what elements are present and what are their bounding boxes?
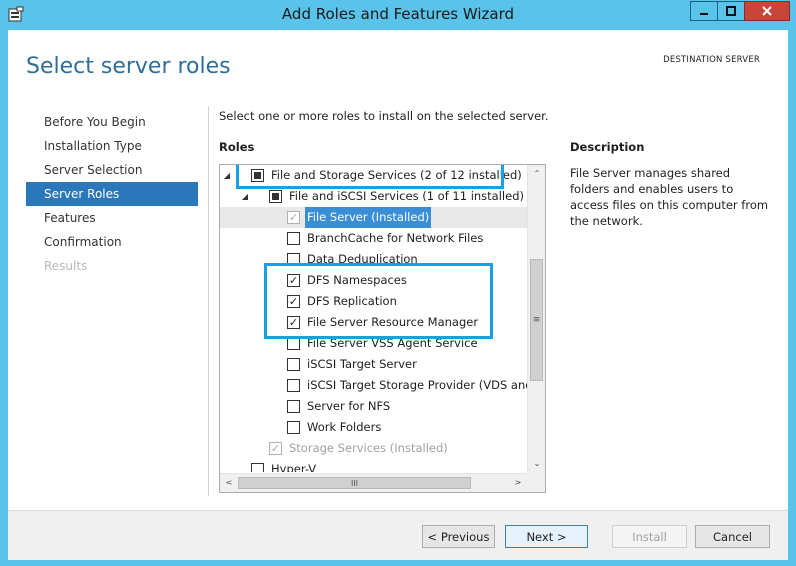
scroll-left-icon[interactable]: <	[220, 474, 238, 492]
tree-row-fsrm[interactable]: ✓ File Server Resource Manager	[220, 312, 527, 333]
checkbox[interactable]	[287, 421, 300, 434]
partial-checkbox-icon[interactable]	[269, 190, 282, 203]
tree-row-label: DFS Replication	[307, 294, 397, 308]
tree-row-work-folders[interactable]: Work Folders	[220, 417, 527, 438]
wizard-nav: Before You Begin Installation Type Serve…	[26, 110, 198, 278]
tree-row-label: File Server (Installed)	[305, 207, 432, 228]
tree-row-label: File and iSCSI Services (1 of 11 install…	[289, 189, 524, 203]
tree-row-hyper-v[interactable]: Hyper-V	[220, 459, 527, 472]
checkbox-checked-disabled: ✓	[269, 442, 282, 455]
tree-row-iscsi-target-server[interactable]: iSCSI Target Server	[220, 354, 527, 375]
window-title: Add Roles and Features Wizard	[281, 5, 515, 23]
tree-row-label: DFS Namespaces	[307, 273, 407, 287]
tree-row-file-server[interactable]: ✓ File Server (Installed)	[220, 207, 527, 228]
tree-row-label: Hyper-V	[271, 462, 317, 472]
minimize-icon	[700, 13, 708, 15]
tree-row-vss-agent[interactable]: File Server VSS Agent Service	[220, 333, 527, 354]
tree-row-server-for-nfs[interactable]: Server for NFS	[220, 396, 527, 417]
nav-item-confirmation[interactable]: Confirmation	[26, 230, 198, 254]
tree-row-label: Work Folders	[307, 420, 382, 434]
tree-row-storage-services[interactable]: ✓ Storage Services (Installed)	[220, 438, 527, 459]
horizontal-scrollbar[interactable]: < III >	[220, 473, 527, 492]
checkbox[interactable]	[287, 379, 300, 392]
checkbox[interactable]	[287, 358, 300, 371]
checkbox-checked[interactable]: ✓	[287, 274, 300, 287]
tree-row-iscsi-storage-provider[interactable]: iSCSI Target Storage Provider (VDS and V…	[220, 375, 527, 396]
tree-row-label: Server for NFS	[307, 399, 391, 413]
vertical-scrollbar[interactable]: ⌃ ≡ ⌄	[527, 165, 545, 473]
title-bar: Add Roles and Features Wizard	[0, 0, 796, 30]
tree-row-label: File and Storage Services (2 of 12 insta…	[271, 168, 522, 182]
maximize-button[interactable]	[717, 1, 745, 21]
minimize-button[interactable]	[690, 1, 718, 21]
close-button[interactable]	[744, 1, 790, 21]
description-heading: Description	[570, 140, 645, 154]
roles-tree-rows: ◢ File and Storage Services (2 of 12 ins…	[220, 165, 527, 472]
checkbox-checked[interactable]: ✓	[287, 295, 300, 308]
destination-server-label: DESTINATION SERVER	[663, 55, 760, 65]
wizard-footer: < Previous Next > Install Cancel	[8, 510, 788, 560]
maximize-icon	[726, 6, 736, 16]
checkbox-checked-disabled: ✓	[287, 211, 300, 224]
tree-row-data-deduplication[interactable]: Data Deduplication	[220, 249, 527, 270]
nav-divider	[208, 106, 209, 496]
cancel-button[interactable]: Cancel	[695, 525, 770, 548]
tree-row-label: iSCSI Target Storage Provider (VDS and V…	[307, 378, 527, 392]
checkbox[interactable]	[251, 463, 264, 472]
roles-heading: Roles	[219, 140, 255, 154]
next-button[interactable]: Next >	[505, 525, 588, 548]
tree-row-label: File Server Resource Manager	[307, 315, 479, 329]
vertical-scroll-thumb[interactable]: ≡	[530, 259, 543, 381]
tree-row-branchcache[interactable]: BranchCache for Network Files	[220, 228, 527, 249]
horizontal-scroll-thumb[interactable]: III	[238, 477, 471, 489]
page-title: Select server roles	[26, 54, 231, 79]
checkbox[interactable]	[287, 337, 300, 350]
description-text: File Server manages shared folders and e…	[570, 166, 769, 228]
nav-item-installation-type[interactable]: Installation Type	[26, 134, 198, 158]
nav-item-server-selection[interactable]: Server Selection	[26, 158, 198, 182]
collapse-icon[interactable]: ◢	[222, 165, 232, 186]
nav-item-features[interactable]: Features	[26, 206, 198, 230]
tree-row-label: Storage Services (Installed)	[289, 441, 448, 455]
nav-item-before-you-begin[interactable]: Before You Begin	[26, 110, 198, 134]
tree-row-label: Data Deduplication	[307, 252, 418, 266]
checkbox[interactable]	[287, 253, 300, 266]
nav-item-results: Results	[44, 259, 88, 273]
collapse-icon[interactable]: ◢	[240, 186, 250, 207]
tree-row-dfs-namespaces[interactable]: ✓ DFS Namespaces	[220, 270, 527, 291]
nav-item-server-roles[interactable]: Server Roles	[26, 182, 198, 206]
tree-row-dfs-replication[interactable]: ✓ DFS Replication	[220, 291, 527, 312]
tree-row-label: iSCSI Target Server	[307, 357, 417, 371]
checkbox-checked[interactable]: ✓	[287, 316, 300, 329]
tree-row-label: BranchCache for Network Files	[307, 231, 484, 245]
scroll-down-icon[interactable]: ⌄	[528, 455, 545, 473]
checkbox[interactable]	[287, 400, 300, 413]
partial-checkbox-icon[interactable]	[251, 169, 264, 182]
tree-row-label: File Server VSS Agent Service	[307, 336, 478, 350]
roles-tree[interactable]: ◢ File and Storage Services (2 of 12 ins…	[219, 164, 546, 493]
tree-row-file-iscsi-services[interactable]: ◢ File and iSCSI Services (1 of 11 insta…	[220, 186, 527, 207]
install-button: Install	[612, 525, 687, 548]
scroll-right-icon[interactable]: >	[509, 474, 527, 492]
intro-text: Select one or more roles to install on t…	[219, 109, 549, 123]
tree-row-file-storage-services[interactable]: ◢ File and Storage Services (2 of 12 ins…	[220, 165, 527, 186]
scrollbar-corner	[527, 473, 545, 492]
scroll-up-icon[interactable]: ⌃	[528, 165, 545, 183]
close-icon	[762, 6, 772, 16]
wizard-content: Select server roles DESTINATION SERVER B…	[8, 30, 788, 560]
checkbox[interactable]	[287, 232, 300, 245]
previous-button[interactable]: < Previous	[422, 525, 495, 548]
